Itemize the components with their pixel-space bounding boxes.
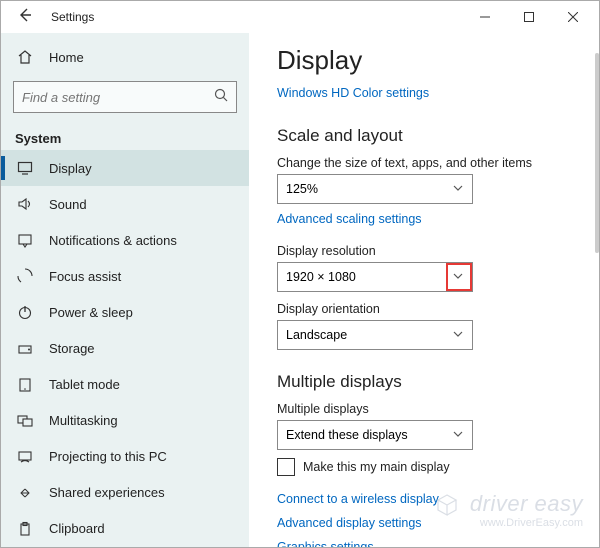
chevron-down-icon — [452, 182, 464, 197]
chevron-down-icon — [452, 328, 464, 343]
home-icon — [15, 47, 35, 67]
notifications-icon — [15, 230, 35, 250]
main-panel: Display Windows HD Color settings Scale … — [249, 33, 599, 547]
scrollbar[interactable] — [593, 33, 599, 547]
multi-heading: Multiple displays — [277, 372, 575, 392]
checkbox-unchecked[interactable] — [277, 458, 295, 476]
main-display-label: Make this my main display — [303, 460, 450, 474]
sidebar-item-label: Clipboard — [49, 521, 105, 536]
sidebar-item-label: Projecting to this PC — [49, 449, 167, 464]
sidebar-home[interactable]: Home — [1, 39, 249, 75]
watermark: driver easy www.DriverEasy.com — [435, 491, 583, 529]
hd-color-link[interactable]: Windows HD Color settings — [277, 86, 429, 100]
watermark-logo-icon — [435, 493, 459, 517]
sidebar-home-label: Home — [49, 50, 84, 65]
sidebar-item-display[interactable]: Display — [1, 150, 249, 186]
sidebar-item-sound[interactable]: Sound — [1, 186, 249, 222]
resolution-select[interactable]: 1920 × 1080 — [277, 262, 473, 292]
window-title: Settings — [35, 10, 94, 24]
orientation-select[interactable]: Landscape — [277, 320, 473, 350]
sidebar-item-label: Multitasking — [49, 413, 118, 428]
clipboard-icon — [15, 519, 35, 539]
sidebar-item-label: Notifications & actions — [49, 233, 177, 248]
watermark-brand: driver easy — [470, 491, 583, 516]
search-icon — [214, 88, 228, 107]
projecting-icon — [15, 447, 35, 467]
page-title: Display — [277, 45, 575, 76]
sidebar-item-focus-assist[interactable]: Focus assist — [1, 258, 249, 294]
graphics-settings-link[interactable]: Graphics settings — [277, 540, 374, 547]
main-display-checkbox-row[interactable]: Make this my main display — [277, 458, 575, 476]
advanced-scaling-link[interactable]: Advanced scaling settings — [277, 212, 422, 226]
storage-icon — [15, 339, 35, 359]
sidebar-item-projecting[interactable]: Projecting to this PC — [1, 439, 249, 475]
sidebar-item-notifications[interactable]: Notifications & actions — [1, 222, 249, 258]
sidebar-item-label: Display — [49, 161, 92, 176]
sidebar-item-label: Sound — [49, 197, 87, 212]
maximize-icon — [524, 12, 534, 22]
orientation-label: Display orientation — [277, 302, 575, 316]
power-icon — [15, 302, 35, 322]
sidebar-item-power[interactable]: Power & sleep — [1, 294, 249, 330]
advanced-display-link[interactable]: Advanced display settings — [277, 516, 422, 530]
display-icon — [15, 158, 35, 178]
sidebar-item-tablet[interactable]: Tablet mode — [1, 367, 249, 403]
sidebar-item-label: Storage — [49, 341, 95, 356]
chevron-down-icon — [452, 270, 464, 285]
minimize-button[interactable] — [463, 1, 507, 33]
scale-select[interactable]: 125% — [277, 174, 473, 204]
scale-heading: Scale and layout — [277, 126, 575, 146]
minimize-icon — [480, 12, 490, 22]
sidebar-section-system: System — [1, 123, 249, 150]
scale-value: 125% — [286, 182, 318, 196]
titlebar: Settings — [1, 1, 599, 33]
sidebar-item-multitasking[interactable]: Multitasking — [1, 403, 249, 439]
multitasking-icon — [15, 411, 35, 431]
scale-label: Change the size of text, apps, and other… — [277, 156, 575, 170]
sidebar-item-shared[interactable]: Shared experiences — [1, 475, 249, 511]
sidebar: Home System Display Sound — [1, 33, 249, 547]
sidebar-item-label: Focus assist — [49, 269, 121, 284]
sidebar-item-label: Shared experiences — [49, 485, 165, 500]
close-button[interactable] — [551, 1, 595, 33]
sidebar-item-label: Power & sleep — [49, 305, 133, 320]
multi-value: Extend these displays — [286, 428, 408, 442]
resolution-value: 1920 × 1080 — [286, 270, 356, 284]
back-button[interactable] — [15, 8, 35, 26]
chevron-down-icon — [452, 428, 464, 443]
close-icon — [568, 12, 578, 22]
connect-wireless-link[interactable]: Connect to a wireless display — [277, 492, 439, 506]
resolution-label: Display resolution — [277, 244, 575, 258]
watermark-url: www.DriverEasy.com — [435, 517, 583, 529]
maximize-button[interactable] — [507, 1, 551, 33]
sidebar-item-label: Tablet mode — [49, 377, 120, 392]
multi-select[interactable]: Extend these displays — [277, 420, 473, 450]
search-field[interactable] — [22, 90, 214, 105]
tablet-icon — [15, 375, 35, 395]
sidebar-item-clipboard[interactable]: Clipboard — [1, 511, 249, 547]
orientation-value: Landscape — [286, 328, 347, 342]
sidebar-item-storage[interactable]: Storage — [1, 330, 249, 366]
multi-label: Multiple displays — [277, 402, 575, 416]
arrow-left-icon — [18, 8, 32, 22]
shared-icon — [15, 483, 35, 503]
sound-icon — [15, 194, 35, 214]
search-input[interactable] — [13, 81, 237, 113]
settings-window: Settings Home — [0, 0, 600, 548]
focus-assist-icon — [15, 266, 35, 286]
